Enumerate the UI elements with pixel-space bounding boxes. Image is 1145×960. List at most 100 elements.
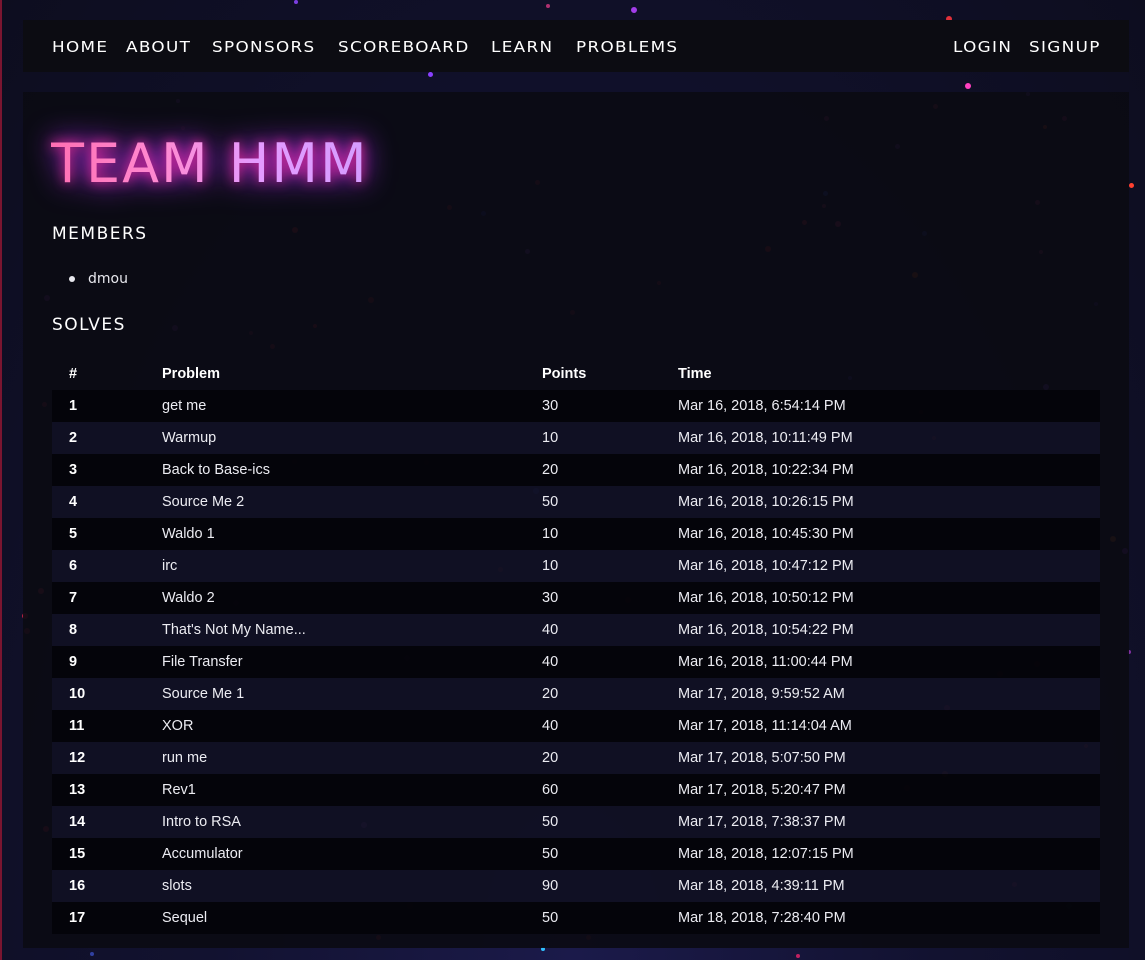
problem-name: That's Not My Name...	[162, 622, 306, 638]
table-row: 4 Source Me 2 50 Mar 16, 2018, 10:26:15 PM	[52, 486, 1100, 518]
problem-points: 40	[542, 654, 559, 670]
solve-number: 9	[69, 654, 78, 670]
table-row: 17 Sequel 50 Mar 18, 2018, 7:28:40 PM	[52, 902, 1100, 934]
problem-name: Rev1	[162, 782, 196, 798]
table-row: 1 get me 30 Mar 16, 2018, 6:54:14 PM	[52, 390, 1100, 422]
solve-time: Mar 17, 2018, 5:07:50 PM	[678, 750, 846, 766]
nav-scoreboard-link[interactable]: SCOREBOARD	[338, 20, 470, 72]
problem-name: Source Me 1	[162, 686, 245, 702]
problem-points: 60	[542, 782, 559, 798]
problem-points: 10	[542, 430, 559, 446]
column-header-points: Points	[542, 366, 587, 382]
problem-name: Waldo 1	[162, 526, 215, 542]
solve-time: Mar 16, 2018, 6:54:14 PM	[678, 398, 846, 414]
solve-number: 5	[69, 526, 78, 542]
problem-name: Accumulator	[162, 846, 243, 862]
solve-time: Mar 16, 2018, 10:50:12 PM	[678, 590, 854, 606]
problem-points: 40	[542, 718, 559, 734]
solve-number: 1	[69, 398, 78, 414]
problem-name: Warmup	[162, 430, 217, 446]
solve-number: 4	[69, 494, 78, 510]
members-heading: MEMBERS	[52, 224, 148, 244]
problem-points: 10	[542, 526, 559, 542]
table-row: 2 Warmup 10 Mar 16, 2018, 10:11:49 PM	[52, 422, 1100, 454]
solve-time: Mar 18, 2018, 4:39:11 PM	[678, 878, 845, 894]
problem-name: irc	[162, 558, 178, 574]
solve-number: 16	[69, 878, 86, 894]
solve-time: Mar 16, 2018, 10:11:49 PM	[678, 430, 853, 446]
team-panel: TEAM HMM MEMBERS dmou SOLVES # Problem P…	[23, 92, 1129, 948]
problem-name: File Transfer	[162, 654, 243, 670]
table-row: 11 XOR 40 Mar 17, 2018, 11:14:04 AM	[52, 710, 1100, 742]
table-row: 8 That's Not My Name... 40 Mar 16, 2018, 10…	[52, 614, 1100, 646]
solve-time: Mar 16, 2018, 10:45:30 PM	[678, 526, 854, 542]
nav-home-link[interactable]: HOME	[52, 20, 108, 72]
nav-learn-link[interactable]: LEARN	[491, 20, 553, 72]
problem-name: get me	[162, 398, 207, 414]
team-name-title: TEAM HMM	[51, 132, 369, 195]
table-row: 5 Waldo 1 10 Mar 16, 2018, 10:45:30 PM	[52, 518, 1100, 550]
table-row: 10 Source Me 1 20 Mar 17, 2018, 9:59:52 AM	[52, 678, 1100, 710]
solve-time: Mar 16, 2018, 11:00:44 PM	[678, 654, 853, 670]
solve-number: 2	[69, 430, 78, 446]
nav-sponsors-link[interactable]: SPONSORS	[212, 20, 316, 72]
table-row: 6 irc 10 Mar 16, 2018, 10:47:12 PM	[52, 550, 1100, 582]
solve-number: 14	[69, 814, 86, 830]
problem-name: slots	[162, 878, 192, 894]
solve-number: 6	[69, 558, 78, 574]
solve-time: Mar 17, 2018, 7:38:37 PM	[678, 814, 846, 830]
nav-problems-link[interactable]: PROBLEMS	[576, 20, 678, 72]
table-row: 12 run me 20 Mar 17, 2018, 5:07:50 PM	[52, 742, 1100, 774]
table-row: 9 File Transfer 40 Mar 16, 2018, 11:00:44 P…	[52, 646, 1100, 678]
solve-time: Mar 16, 2018, 10:47:12 PM	[678, 558, 854, 574]
nav-signup-link[interactable]: SIGNUP	[1029, 20, 1101, 72]
solve-number: 11	[69, 718, 85, 734]
member-item: dmou	[52, 268, 128, 290]
solves-table: # Problem Points Time 1 get me 30 Mar 16, 2…	[52, 358, 1100, 934]
problem-name: run me	[162, 750, 208, 766]
solve-time: Mar 16, 2018, 10:26:15 PM	[678, 494, 854, 510]
table-row: 15 Accumulator 50 Mar 18, 2018, 12:07:15 PM	[52, 838, 1100, 870]
solve-number: 17	[69, 910, 86, 926]
problem-name: XOR	[162, 718, 194, 734]
column-header-number: #	[69, 366, 78, 382]
solves-header-row: # Problem Points Time	[52, 358, 1100, 390]
solves-table-body: 1 get me 30 Mar 16, 2018, 6:54:14 PM 2 Warmup…	[52, 390, 1100, 934]
problem-points: 40	[542, 622, 559, 638]
solve-number: 12	[69, 750, 86, 766]
table-row: 14 Intro to RSA 50 Mar 17, 2018, 7:38:37 PM	[52, 806, 1100, 838]
problem-name: Sequel	[162, 910, 208, 926]
solve-time: Mar 18, 2018, 7:28:40 PM	[678, 910, 846, 926]
solve-time: Mar 17, 2018, 5:20:47 PM	[678, 782, 846, 798]
problem-name: Source Me 2	[162, 494, 245, 510]
solve-number: 15	[69, 846, 86, 862]
table-row: 16 slots 90 Mar 18, 2018, 4:39:11 PM	[52, 870, 1100, 902]
problem-points: 30	[542, 590, 559, 606]
problem-points: 10	[542, 558, 559, 574]
table-row: 3 Back to Base-ics 20 Mar 16, 2018, 10:22:3…	[52, 454, 1100, 486]
problem-points: 20	[542, 462, 559, 478]
solve-number: 13	[69, 782, 86, 798]
problem-name: Intro to RSA	[162, 814, 241, 830]
table-row: 7 Waldo 2 30 Mar 16, 2018, 10:50:12 PM	[52, 582, 1100, 614]
problem-points: 50	[542, 846, 559, 862]
solve-number: 3	[69, 462, 78, 478]
problem-name: Waldo 2	[162, 590, 215, 606]
nav-about-link[interactable]: ABOUT	[126, 20, 191, 72]
problem-points: 50	[542, 494, 559, 510]
solve-time: Mar 16, 2018, 10:54:22 PM	[678, 622, 854, 638]
problem-points: 30	[542, 398, 559, 414]
solve-number: 10	[69, 686, 86, 702]
problem-points: 20	[542, 686, 559, 702]
problem-name: Back to Base-ics	[162, 462, 270, 478]
solves-heading: SOLVES	[52, 315, 126, 335]
solve-time: Mar 17, 2018, 11:14:04 AM	[678, 718, 852, 734]
column-header-time: Time	[678, 366, 712, 382]
solve-time: Mar 18, 2018, 12:07:15 PM	[678, 846, 854, 862]
solve-time: Mar 16, 2018, 10:22:34 PM	[678, 462, 854, 478]
members-list: dmou	[52, 268, 128, 290]
problem-points: 50	[542, 814, 559, 830]
nav-login-link[interactable]: LOGIN	[953, 20, 1012, 72]
column-header-problem: Problem	[162, 366, 221, 382]
solve-number: 8	[69, 622, 78, 638]
